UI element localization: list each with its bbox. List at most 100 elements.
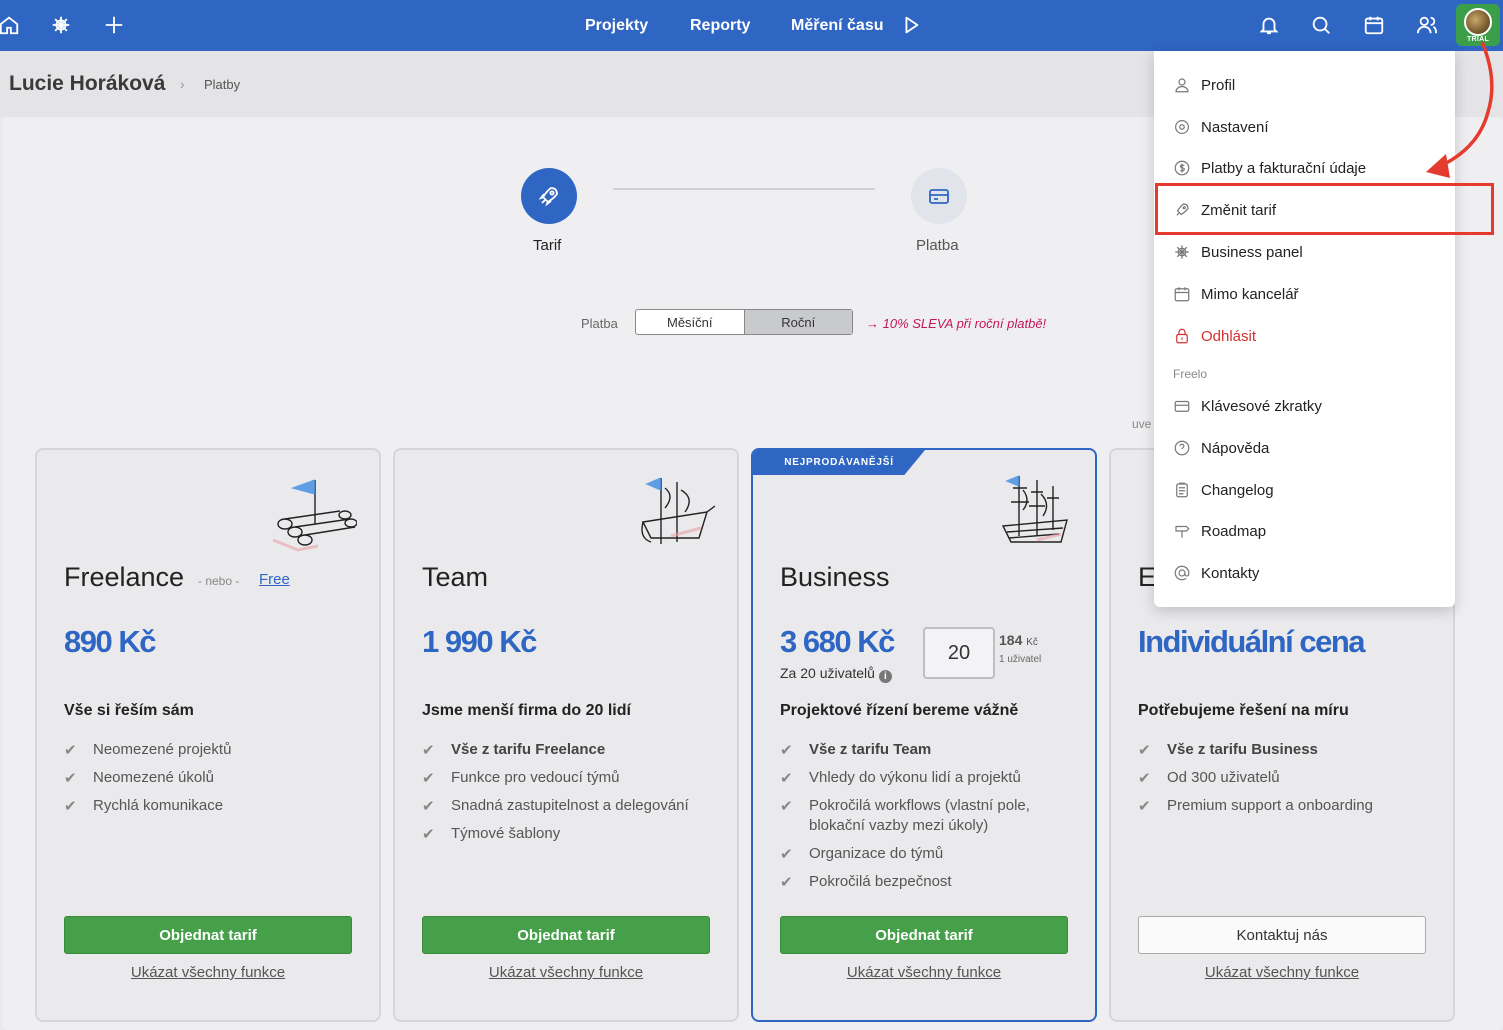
breadcrumb-separator: ›: [180, 76, 185, 92]
check-icon: ✔: [780, 846, 793, 863]
keyboard-icon: [1172, 396, 1192, 416]
avatar-photo: [1464, 8, 1492, 36]
feature-item: ✔ Neomezené projektů: [64, 741, 232, 759]
menu-item-kontakty[interactable]: Kontakty: [1172, 561, 1259, 585]
free-plan-link[interactable]: Free: [259, 571, 290, 588]
bestseller-badge: NEJPRODÁVANĚJŠÍ: [753, 450, 925, 475]
check-icon: ✔: [780, 742, 793, 759]
home-icon[interactable]: [0, 12, 22, 38]
feature-item: ✔ Neomezené úkolů: [64, 769, 214, 787]
step-platba: [911, 168, 967, 224]
feature-item: ✔ Snadná zastupitelnost a delegování: [422, 797, 689, 815]
show-all-features-link[interactable]: Ukázat všechny funkce: [780, 964, 1068, 981]
menu-item-changelog[interactable]: Changelog: [1172, 478, 1274, 502]
billing-monthly[interactable]: Měsíční: [636, 310, 744, 334]
wheel-icon: [1172, 242, 1192, 262]
feature-item: ✔ Premium support a onboarding: [1138, 797, 1373, 815]
calendar-icon[interactable]: [1361, 12, 1387, 38]
check-icon: ✔: [64, 798, 77, 815]
rocket-icon: [538, 187, 558, 207]
step-tarif-label: Tarif: [533, 237, 562, 254]
feature-item: ✔ Vhledy do výkonu lidí a projektů: [780, 769, 1021, 787]
feature-item: ✔ Týmové šablony: [422, 825, 561, 843]
show-all-features-link[interactable]: Ukázat všechny funkce: [64, 964, 352, 981]
check-icon: ✔: [64, 742, 77, 759]
feature-item: ✔ Organizace do týmů: [780, 845, 944, 863]
plan-price: 1 990 Kč: [422, 624, 537, 659]
search-icon[interactable]: [1308, 12, 1334, 38]
menu-item-business-panel[interactable]: Business panel: [1172, 240, 1303, 264]
nav-reporty[interactable]: Reporty: [690, 17, 750, 35]
plan-or: - nebo -: [198, 574, 240, 588]
order-button[interactable]: Objednat tarif: [780, 916, 1068, 954]
step-tarif: [521, 168, 577, 224]
plus-icon[interactable]: [101, 12, 127, 38]
plan-price: 3 680 Kč: [780, 624, 895, 659]
check-icon: ✔: [422, 798, 435, 815]
users-icon[interactable]: [1414, 12, 1440, 38]
show-all-features-link[interactable]: Ukázat všechny funkce: [422, 964, 710, 981]
info-icon[interactable]: i: [878, 670, 892, 683]
plan-name: Team: [422, 562, 489, 592]
order-button[interactable]: Objednat tarif: [422, 916, 710, 954]
check-icon: ✔: [1138, 742, 1151, 759]
users-quantity-input[interactable]: 20: [923, 627, 995, 679]
bell-icon[interactable]: [1256, 12, 1282, 38]
feature-item: ✔ Vše z tarifu Freelance: [422, 741, 606, 759]
galleon-illustration: [1001, 475, 1068, 543]
check-icon: ✔: [1138, 770, 1151, 787]
billing-label: Platba: [581, 316, 618, 331]
plan-tagline: Vše si řeším sám: [64, 702, 194, 719]
clipboard-icon: [1172, 480, 1192, 500]
check-icon: ✔: [422, 742, 435, 759]
plan-price: Individuální cena: [1138, 624, 1366, 659]
nav-projekty[interactable]: Projekty: [585, 17, 648, 35]
feature-list: ✔ Vše z tarifu Team ✔ Vhledy do výkonu lid…: [780, 740, 1080, 900]
nav-mereni-casu[interactable]: Měření času: [791, 17, 883, 35]
plan-tagline: Jsme menší firma do 20 lidí: [422, 702, 631, 719]
user-icon: [1172, 75, 1192, 95]
menu-item-mimo-kancelar[interactable]: Mimo kancelář: [1172, 282, 1299, 306]
wheel-icon[interactable]: [48, 12, 74, 38]
play-icon[interactable]: [898, 12, 924, 38]
check-icon: ✔: [1138, 798, 1151, 815]
check-icon: ✔: [422, 826, 435, 843]
calendar-icon: [1172, 284, 1192, 304]
dollar-icon: [1172, 158, 1192, 178]
breadcrumb: Platby: [204, 77, 241, 92]
plan-card-team: Team 1 990 Kč Jsme menší firma do 20 lid…: [393, 448, 739, 1022]
menu-item-napoveda[interactable]: Nápověda: [1172, 436, 1269, 460]
page-title[interactable]: Lucie Horáková: [9, 72, 165, 96]
top-navbar: Projekty Reporty Měření času TRIAL: [0, 0, 1503, 51]
menu-item-nastaveni[interactable]: Nastavení: [1172, 115, 1269, 139]
billing-yearly[interactable]: Roční: [743, 310, 852, 334]
feature-item: ✔ Rychlá komunikace: [64, 797, 224, 815]
per-user-label: 1 uživatel: [999, 654, 1042, 665]
plan-name: Business: [780, 562, 890, 592]
feature-item: ✔ Pokročilá bezpečnost: [780, 873, 952, 891]
menu-item-platby[interactable]: Platby a fakturační údaje: [1172, 156, 1366, 180]
check-icon: ✔: [64, 770, 77, 787]
ship-illustration: [641, 477, 715, 544]
discount-note: → 10% SLEVA při roční platbě!: [866, 316, 1047, 331]
menu-item-odhlasit[interactable]: Odhlásit: [1172, 324, 1256, 348]
raft-illustration: [272, 479, 357, 552]
plan-card-freelance: Freelance - nebo - Free 890 Kč Vše si ře…: [35, 448, 381, 1022]
menu-item-roadmap[interactable]: Roadmap: [1172, 519, 1266, 543]
at-icon: [1172, 563, 1192, 583]
annotation-arrow: [1426, 41, 1494, 178]
menu-item-profil[interactable]: Profil: [1172, 73, 1235, 97]
order-button[interactable]: Objednat tarif: [64, 916, 352, 954]
signpost-icon: [1172, 521, 1192, 541]
show-all-features-link[interactable]: Ukázat všechny funkce: [1138, 964, 1426, 981]
billing-toggle: Měsíční Roční: [635, 309, 853, 335]
feature-item: ✔ Vše z tarifu Business: [1138, 741, 1318, 759]
menu-item-klavesove-zkratky[interactable]: Klávesové zkratky: [1172, 394, 1322, 418]
check-icon: ✔: [780, 770, 793, 787]
contact-button[interactable]: Kontaktuj nás: [1138, 916, 1426, 954]
step-platba-label: Platba: [916, 237, 959, 254]
check-icon: ✔: [780, 798, 793, 815]
check-icon: ✔: [780, 874, 793, 891]
per-user-price: 184 Kč: [999, 632, 1038, 648]
plan-tagline: Projektové řízení bereme vážně: [780, 702, 1019, 719]
